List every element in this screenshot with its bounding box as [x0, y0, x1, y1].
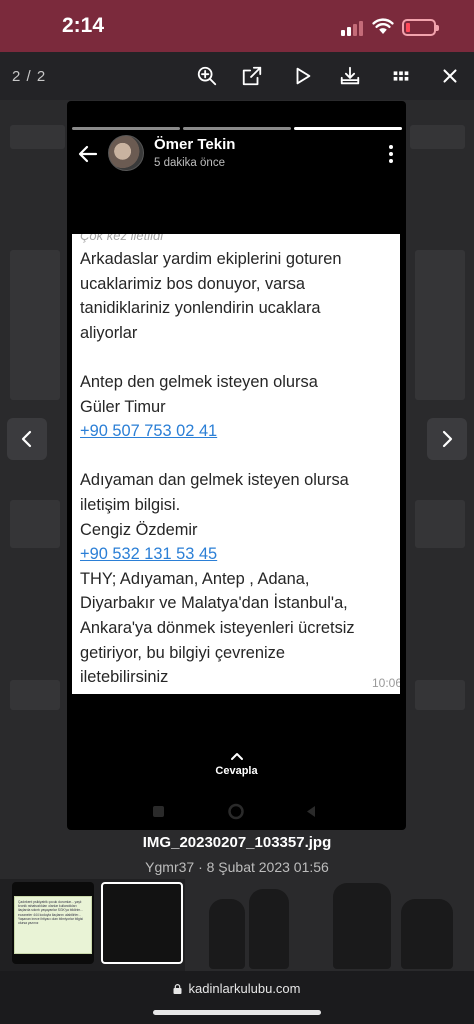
- sender-name: Ömer Tekin: [154, 136, 236, 153]
- phone-link-2: +90 532 131 53 45: [80, 545, 218, 564]
- file-meta: Ygmr37 · 8 Şubat 2023 01:56: [145, 859, 329, 875]
- status-time: 2:14: [62, 14, 105, 37]
- grid-icon[interactable]: [389, 64, 413, 88]
- cellular-signal-icon: [341, 20, 367, 36]
- message-line: Ankara'ya dönmek isteyenleri ücretsiz: [80, 618, 355, 637]
- displayed-image: Ömer Tekin 5 dakika önce Çok kez iletild…: [67, 101, 406, 830]
- reply-area: Cevapla: [67, 751, 406, 777]
- more-options-icon: [388, 145, 394, 163]
- thumbnail-strip: Çadırkent psikiyatrik çocuk durumlar... …: [0, 879, 474, 971]
- battery-icon: [402, 19, 439, 36]
- chevron-right-icon: [442, 430, 453, 448]
- lock-icon: [173, 984, 182, 994]
- screen: { "status_bar": { "time": "2:14" }, "vie…: [0, 0, 474, 1024]
- file-name: IMG_20230207_103357.jpg: [142, 834, 332, 851]
- close-icon[interactable]: [438, 64, 462, 88]
- story-progress-bars: [72, 127, 402, 130]
- wifi-icon: [372, 18, 394, 34]
- chevron-up-icon: [230, 753, 243, 760]
- page-counter: 2 / 2: [12, 68, 47, 85]
- message-line: getiriyor, bu bilgiyi çevrenize: [80, 643, 285, 662]
- message-line: Güler Timur: [80, 397, 166, 416]
- message-line: Adıyaman dan gelmek isteyen olursa: [80, 471, 349, 490]
- zoom-in-icon[interactable]: [195, 64, 219, 88]
- message-time: 10:06: [371, 676, 400, 690]
- message-line: Arkadaslar yardim ekiplerini goturen: [80, 250, 342, 268]
- message-line: Cengiz Özdemir: [80, 520, 198, 539]
- message-line: iletişim bilgisi.: [80, 495, 181, 514]
- message-line: Diyarbakır ve Malatya'dan İstanbul'a,: [80, 594, 348, 613]
- reply-label: Cevapla: [215, 765, 258, 777]
- browser-address-bar[interactable]: kadinlarkulubu.com: [0, 971, 474, 1024]
- viewer-toolbar: 2 / 2: [0, 52, 474, 100]
- message-line: iletebilirsiniz: [80, 668, 169, 687]
- phone-link-1: +90 507 753 02 41: [80, 422, 218, 441]
- message-text: Arkadaslar yardim ekiplerini goturen uca…: [80, 247, 398, 690]
- message-line: THY; Adıyaman, Antep , Adana,: [80, 569, 310, 588]
- url-text: kadinlarkulubu.com: [188, 981, 301, 996]
- message-line: aliyorlar: [80, 323, 138, 342]
- play-icon[interactable]: [291, 64, 315, 88]
- avatar: [108, 135, 144, 171]
- message-bubble: Çok kez iletildi Arkadaslar yardim ekipl…: [72, 234, 400, 694]
- status-bar: 2:14: [0, 0, 474, 52]
- previous-image-button[interactable]: [7, 418, 47, 460]
- next-image-button[interactable]: [427, 418, 467, 460]
- share-icon[interactable]: [240, 64, 264, 88]
- url-display[interactable]: kadinlarkulubu.com: [0, 981, 474, 996]
- chevron-left-icon: [21, 430, 32, 448]
- thumbnail-1-text: Çadırkent psikiyatrik çocuk durumlar... …: [14, 896, 92, 954]
- back-arrow-icon: [78, 145, 98, 163]
- forwarded-label: Çok kez iletildi: [80, 234, 164, 243]
- message-line: tanidiklariniz yonlendirin ucaklara: [80, 299, 321, 318]
- android-nav-bar: [153, 803, 315, 820]
- message-line: ucaklarimiz bos donuyor, varsa: [80, 274, 306, 293]
- thumbnail-1[interactable]: Çadırkent psikiyatrik çocuk durumlar... …: [12, 882, 94, 964]
- thumbnail-2-selected[interactable]: [101, 882, 183, 964]
- sender-time: 5 dakika önce: [154, 157, 225, 169]
- home-indicator[interactable]: [153, 1010, 321, 1015]
- message-line: Antep den gelmek isteyen olursa: [80, 372, 318, 391]
- download-icon[interactable]: [338, 64, 362, 88]
